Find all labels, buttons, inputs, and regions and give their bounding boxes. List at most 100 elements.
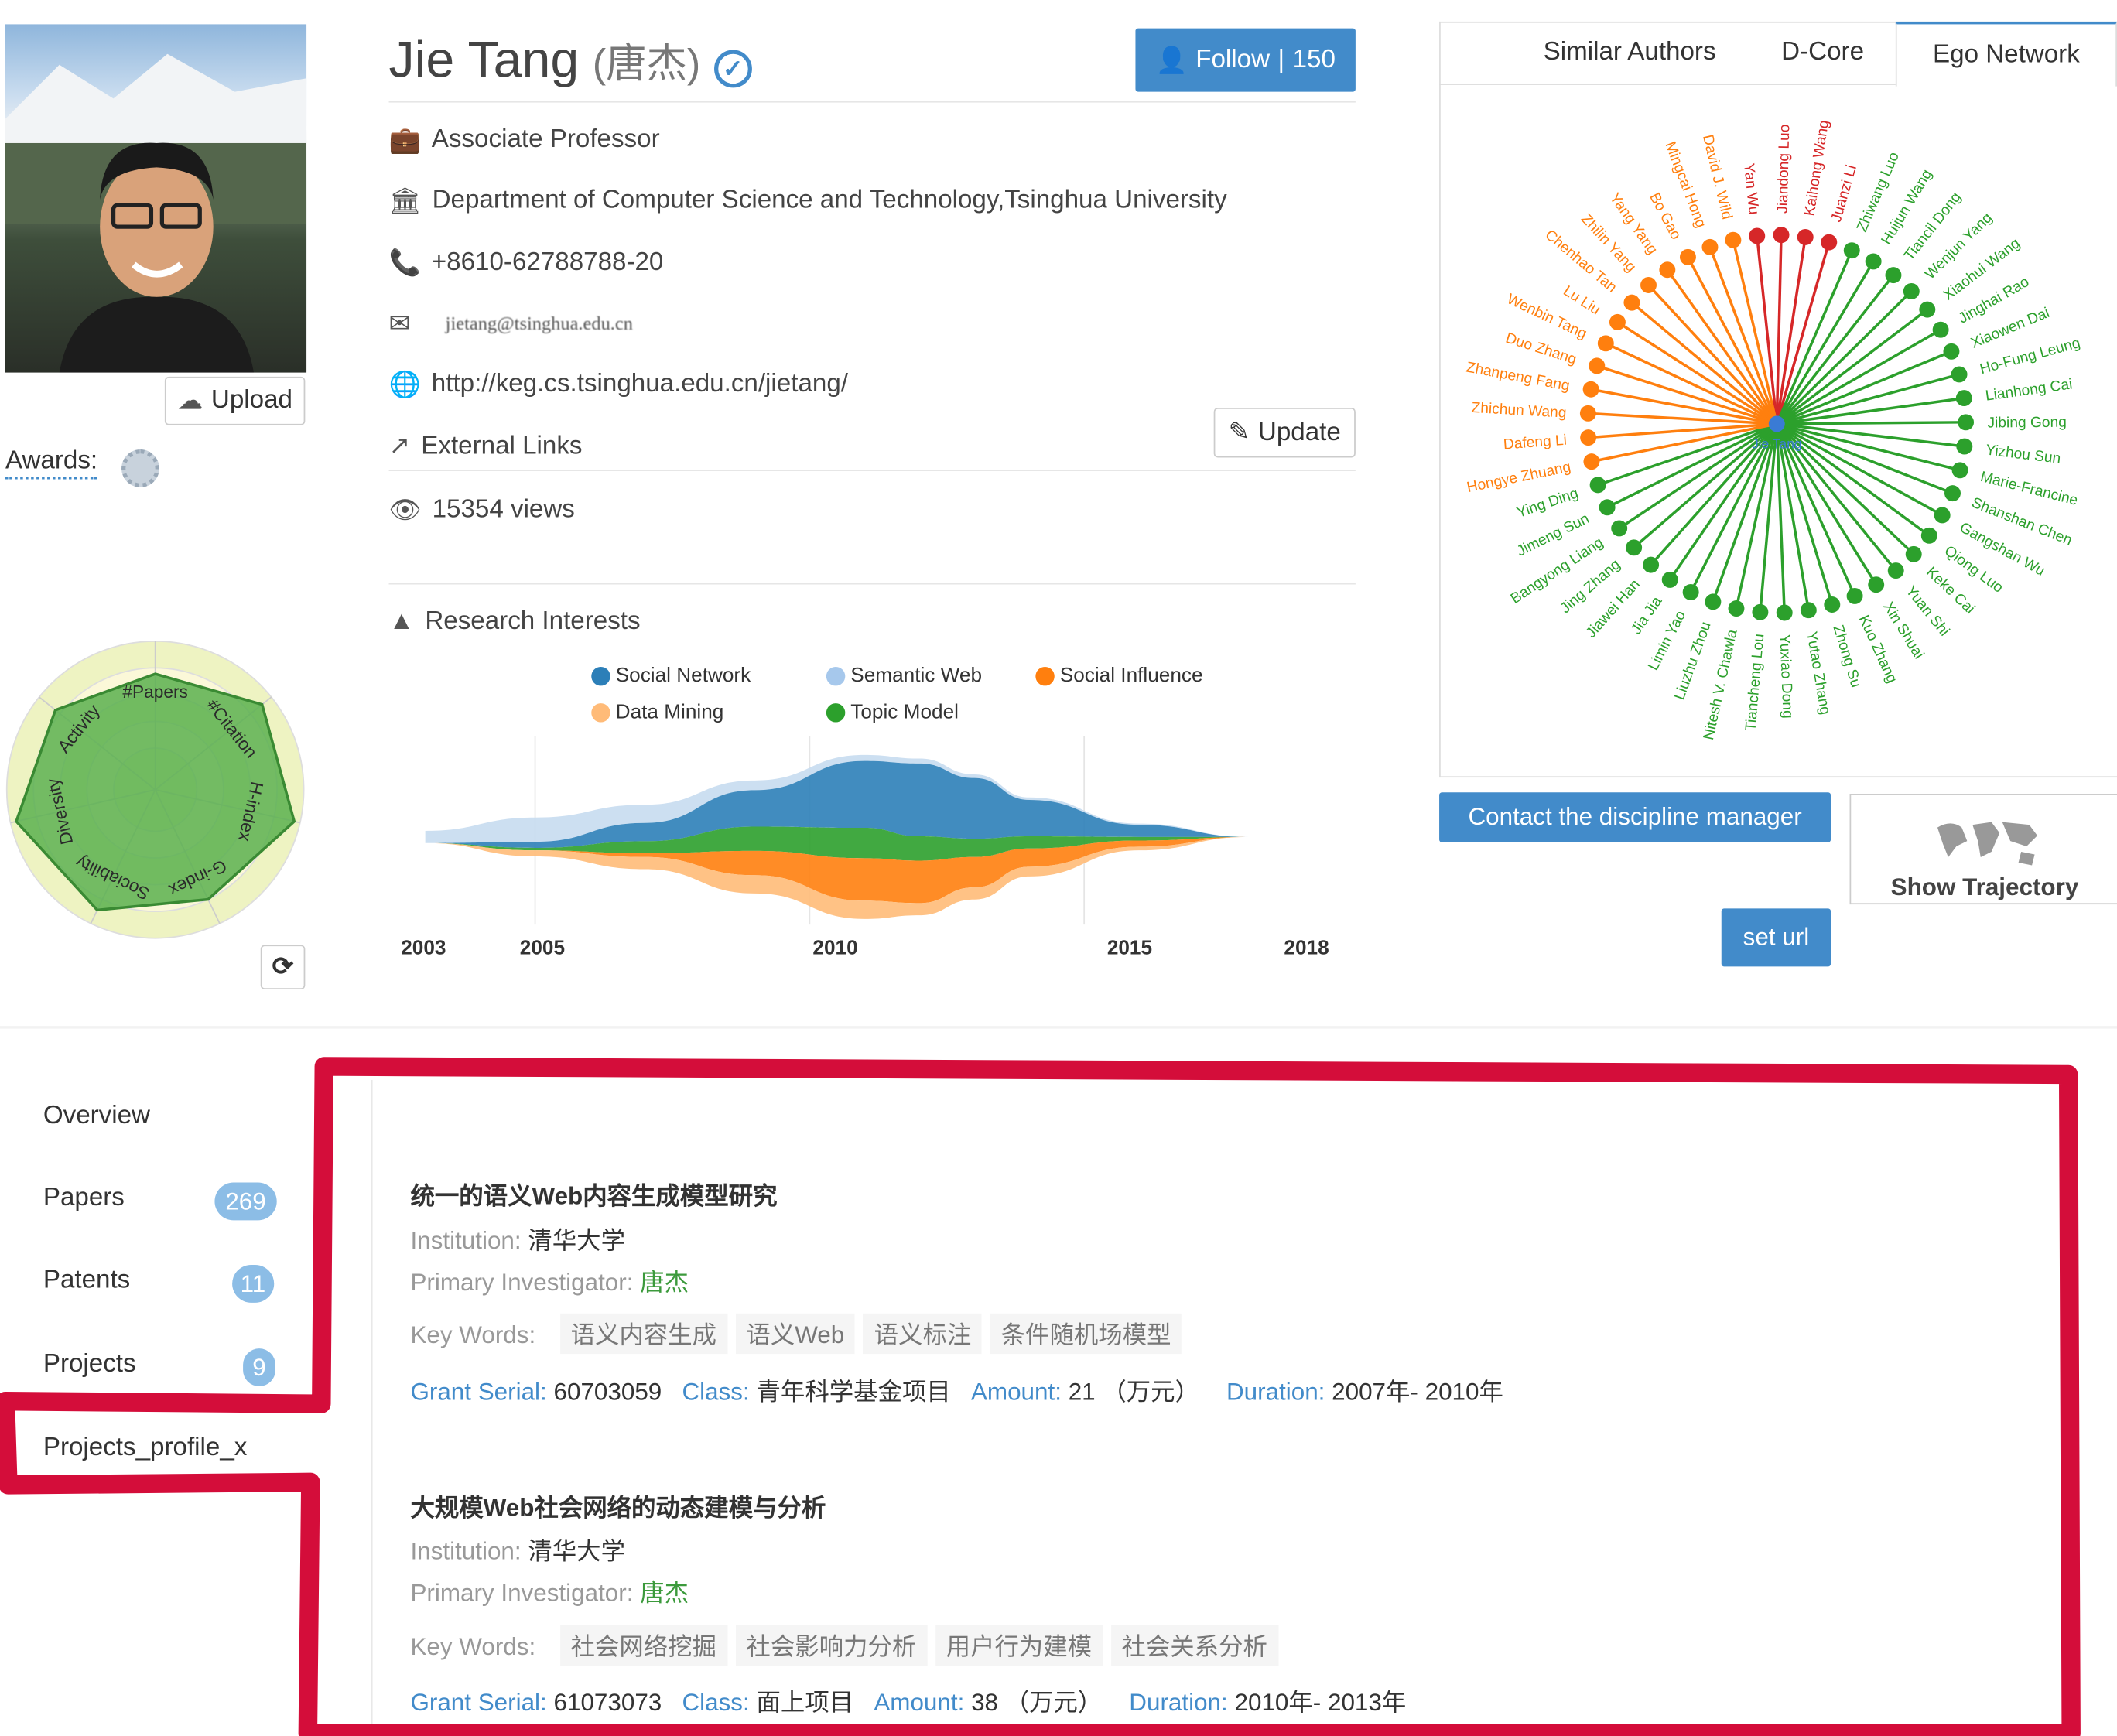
ego-node-label: Dafeng Li — [1503, 432, 1567, 453]
ego-node-label: Zhanpeng Fang — [1465, 360, 1571, 395]
legend-social-network[interactable]: Social Network — [591, 664, 751, 687]
divider — [388, 470, 1356, 471]
ego-node[interactable] — [1725, 231, 1742, 248]
nav-projects-profile-x[interactable]: Projects_profile_x — [43, 1434, 248, 1463]
nav-papers[interactable]: Papers — [43, 1184, 125, 1213]
ego-node[interactable] — [1885, 267, 1902, 284]
ego-node[interactable] — [1944, 485, 1961, 502]
ego-node[interactable] — [1956, 438, 1973, 455]
project-pi: Primary Investigator: 唐杰 — [410, 1269, 689, 1297]
ego-node[interactable] — [1824, 596, 1841, 613]
ego-node[interactable] — [1887, 562, 1904, 579]
ego-node[interactable] — [1773, 227, 1790, 244]
ego-node[interactable] — [1611, 520, 1628, 537]
keyword-tag[interactable]: 语义Web — [735, 1313, 856, 1355]
tab-ego-network[interactable]: Ego Network — [1895, 21, 2117, 87]
ego-node[interactable] — [1903, 282, 1920, 299]
keyword-tag[interactable]: 社会网络挖掘 — [559, 1625, 727, 1666]
ego-node[interactable] — [1659, 261, 1676, 279]
ego-node[interactable] — [1752, 603, 1769, 620]
nav-projects[interactable]: Projects — [43, 1350, 136, 1379]
awards-label[interactable]: Awards: — [5, 447, 98, 480]
ego-node[interactable] — [1943, 343, 1960, 360]
project-meta: Grant Serial: 61073073 Class: 面上项目 Amoun… — [410, 1688, 1407, 1716]
ego-node[interactable] — [1800, 602, 1817, 619]
legend-data-mining[interactable]: Data Mining — [591, 701, 723, 723]
ego-node[interactable] — [1797, 228, 1814, 245]
set-url-button[interactable]: set url — [1721, 908, 1831, 967]
ego-node[interactable] — [1865, 253, 1882, 270]
ego-node[interactable] — [1920, 527, 1937, 544]
ego-node[interactable] — [1905, 545, 1922, 562]
ego-node[interactable] — [1846, 587, 1863, 604]
show-trajectory-button[interactable]: Show Trajectory — [1849, 794, 2117, 905]
external-links-row[interactable]: ↗ External Links — [389, 431, 583, 462]
legend-semantic-web[interactable]: Semantic Web — [826, 664, 982, 687]
ego-node[interactable] — [1583, 453, 1600, 470]
radar-label: #Papers — [122, 682, 187, 702]
keyword-tag[interactable]: 社会关系分析 — [1110, 1625, 1278, 1666]
ego-node[interactable] — [1934, 507, 1951, 524]
keyword-tag[interactable]: 社会影响力分析 — [735, 1625, 928, 1666]
ego-node[interactable] — [1919, 301, 1936, 318]
ego-node[interactable] — [1661, 571, 1678, 588]
homepage-link[interactable]: http://keg.cs.tsinghua.edu.cn/jietang/ — [432, 370, 848, 399]
update-button[interactable]: ✎ Update — [1213, 407, 1356, 458]
project-institution: Institution: 清华大学 — [410, 1537, 625, 1565]
nav-overview[interactable]: Overview — [43, 1102, 150, 1131]
ego-node[interactable] — [1589, 477, 1606, 494]
ego-node[interactable] — [1579, 405, 1596, 422]
phone-text: +8610-62788788-20 — [431, 248, 664, 277]
ego-node[interactable] — [1701, 238, 1719, 255]
ego-node[interactable] — [1728, 600, 1745, 617]
keyword-tag[interactable]: 用户行为建模 — [935, 1625, 1103, 1666]
ego-node[interactable] — [1951, 366, 1968, 383]
keyword-tag[interactable]: 条件随机场模型 — [990, 1313, 1182, 1355]
ego-node[interactable] — [1958, 414, 1975, 431]
views-text: 15354 views — [432, 495, 575, 525]
ego-node[interactable] — [1609, 313, 1626, 330]
ego-node[interactable] — [1749, 227, 1766, 244]
ego-node[interactable] — [1589, 357, 1606, 374]
legend-topic-model[interactable]: Topic Model — [826, 701, 959, 723]
ego-node[interactable] — [1626, 539, 1643, 556]
ego-node[interactable] — [1932, 321, 1949, 338]
ego-node[interactable] — [1597, 335, 1614, 352]
ego-node[interactable] — [1955, 390, 1972, 407]
ego-node[interactable] — [1679, 248, 1696, 265]
ego-node[interactable] — [1951, 462, 1968, 479]
research-streamgraph — [425, 735, 1250, 925]
legend-social-influence[interactable]: Social Influence — [1035, 664, 1203, 687]
ego-node[interactable] — [1640, 277, 1657, 293]
ego-node[interactable] — [1776, 604, 1793, 621]
ego-node-label: Tiancheng Lou — [1743, 633, 1767, 732]
ego-node[interactable] — [1705, 593, 1722, 610]
tab-similar-authors[interactable]: Similar Authors — [1512, 22, 1747, 84]
views-row: 👁 15354 views — [389, 494, 575, 527]
ego-node[interactable] — [1582, 381, 1599, 398]
ego-node[interactable] — [1599, 499, 1616, 516]
project-title[interactable]: 大规模Web社会网络的动态建模与分析 — [410, 1489, 826, 1524]
update-label: Update — [1257, 418, 1341, 446]
ego-node-label: Yizhou Sun — [1985, 442, 2061, 466]
contact-manager-button[interactable]: Contact the discipline manager — [1439, 792, 1831, 842]
tab-d-core[interactable]: D-Core — [1755, 22, 1890, 84]
refresh-button[interactable]: ⟳ — [260, 945, 306, 990]
ego-node-label: Lu Liu — [1560, 283, 1602, 319]
ego-node[interactable] — [1623, 294, 1640, 311]
follow-button[interactable]: 👤 Follow | 150 — [1135, 28, 1356, 92]
ego-node[interactable] — [1843, 242, 1860, 259]
keyword-tag[interactable]: 语义标注 — [863, 1313, 983, 1355]
award-badge-icon[interactable] — [121, 449, 159, 487]
nav-patents[interactable]: Patents — [43, 1266, 130, 1296]
project-title[interactable]: 统一的语义Web内容生成模型研究 — [410, 1177, 777, 1212]
upload-button[interactable]: ☁ Upload — [164, 376, 306, 425]
follow-count: 150 — [1292, 45, 1336, 74]
ego-node[interactable] — [1643, 556, 1660, 573]
ego-center-node[interactable] — [1768, 415, 1785, 432]
ego-node[interactable] — [1580, 429, 1597, 446]
ego-node[interactable] — [1868, 576, 1885, 593]
keyword-tag[interactable]: 语义内容生成 — [559, 1313, 727, 1355]
ego-node[interactable] — [1821, 234, 1838, 251]
ego-node[interactable] — [1682, 583, 1699, 600]
